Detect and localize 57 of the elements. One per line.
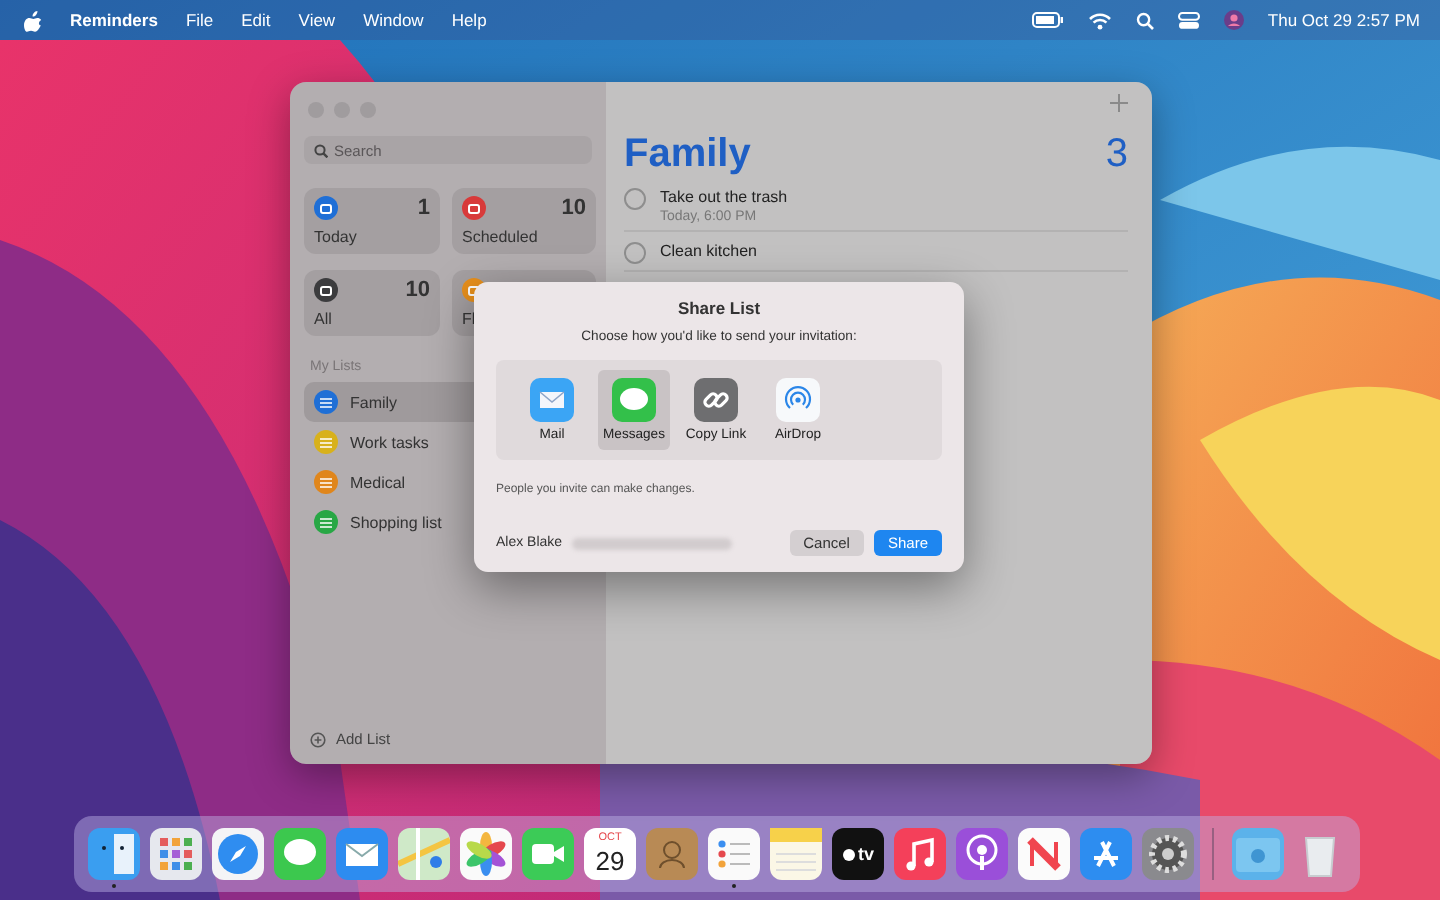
face-icon[interactable] — [88, 828, 140, 880]
tile-label: All — [314, 310, 334, 328]
podcast-icon[interactable] — [956, 828, 1008, 880]
gear-icon[interactable] — [1142, 828, 1194, 880]
count: 10 — [561, 196, 586, 220]
map-icon[interactable] — [398, 828, 450, 880]
menu-item[interactable]: File — [185, 10, 214, 30]
clock[interactable]: Thu Oct 29 2:57 PM — [1267, 10, 1420, 30]
speech-bubble-icon — [612, 378, 656, 422]
compass-icon[interactable] — [212, 828, 264, 880]
search-icon[interactable] — [1135, 11, 1154, 29]
menu-item[interactable]: Help — [451, 10, 487, 30]
tile-label: Fl — [462, 310, 478, 328]
checkbox[interactable] — [624, 242, 646, 264]
link-icon — [694, 378, 738, 422]
speech-bubble-icon[interactable] — [274, 828, 326, 880]
calendar-day: 29 — [595, 847, 625, 874]
tv-icon[interactable]: tv — [832, 828, 884, 880]
music-note-icon[interactable] — [894, 828, 946, 880]
user-icon[interactable] — [1223, 10, 1244, 30]
add-icon[interactable] — [1110, 94, 1128, 112]
smart-list-tile[interactable]: 1 Today — [304, 188, 440, 254]
toggles-icon[interactable] — [1177, 11, 1200, 29]
checklist-icon[interactable] — [708, 828, 760, 880]
grid-icon[interactable] — [150, 828, 202, 880]
notepad-icon[interactable] — [770, 828, 822, 880]
reminder-title: Clean kitchen — [660, 242, 757, 260]
apple-menu-icon[interactable] — [24, 9, 42, 31]
add-icon — [310, 731, 326, 747]
menu-item[interactable]: View — [298, 10, 336, 30]
airdrop-icon — [776, 378, 820, 422]
wifi-icon[interactable] — [1087, 11, 1112, 29]
tile-label: Scheduled — [462, 228, 540, 246]
flower-icon[interactable] — [460, 828, 512, 880]
envelope-icon[interactable] — [336, 828, 388, 880]
smart-list-tile[interactable]: 10 Scheduled — [452, 188, 596, 254]
reminder-title: Take out the trash — [660, 188, 788, 206]
apple-icon — [841, 846, 856, 862]
tile-label: Today — [314, 228, 359, 246]
menu-item[interactable]: Edit — [241, 10, 271, 30]
news-icon[interactable] — [1018, 828, 1070, 880]
menu-item[interactable]: Window — [363, 10, 424, 30]
tv-label: tv — [857, 844, 874, 864]
dialog-title: Share List — [675, 298, 763, 318]
video-camera-icon[interactable] — [522, 828, 574, 880]
reminder-count: 3 — [1105, 132, 1128, 178]
search-icon — [314, 143, 328, 157]
count: 10 — [405, 278, 430, 302]
smart-list-tile[interactable]: 10 All — [304, 270, 440, 336]
checkbox[interactable] — [624, 188, 646, 210]
envelope-icon — [530, 378, 574, 422]
app-store-icon[interactable] — [1080, 828, 1132, 880]
contacts-book-icon[interactable] — [646, 828, 698, 880]
list-title: Family — [624, 132, 751, 178]
app-menu[interactable]: Reminders — [70, 10, 158, 30]
count: 1 — [417, 196, 430, 220]
battery-icon[interactable] — [1031, 12, 1064, 28]
